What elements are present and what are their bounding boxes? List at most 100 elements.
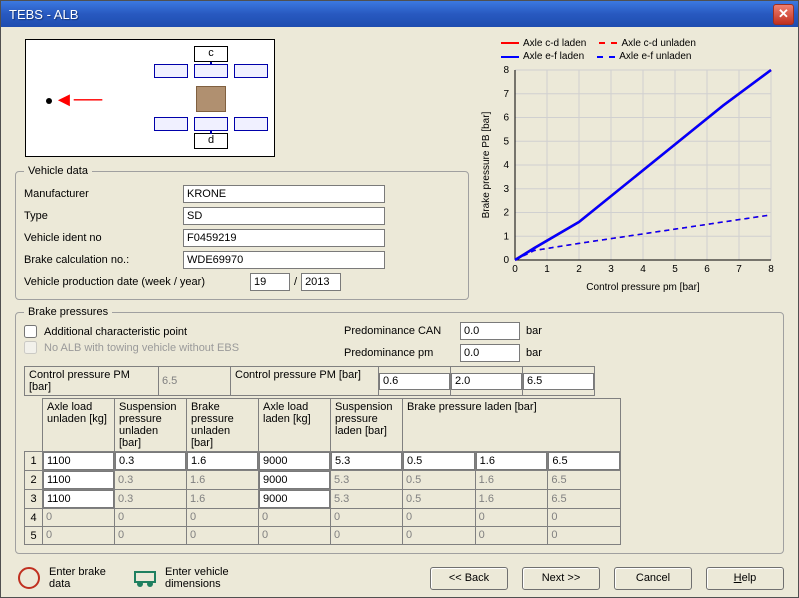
cell-readonly: 0.5 <box>403 491 475 508</box>
col-axle-load-laden: Axle load laden [kg] <box>259 399 331 452</box>
cell-readonly: 6.5 <box>548 491 620 508</box>
axle-label-c: c <box>194 46 228 62</box>
cp-pm-left-value: 6.5 <box>159 373 230 390</box>
svg-text:6: 6 <box>704 264 710 275</box>
vehicle-dims-icon <box>131 564 159 592</box>
col-susp-unladen: Suspension pressure unladen [bar] <box>115 399 187 452</box>
cp-pm-left-header: Control pressure PM [bar] <box>25 367 159 396</box>
cp-pm-r2-field[interactable] <box>451 373 522 390</box>
cell-readonly: 1.6 <box>187 472 258 489</box>
cell-readonly: 0.5 <box>403 472 475 489</box>
row-index: 3 <box>25 490 43 509</box>
cell-readonly: 1.6 <box>476 472 548 489</box>
table-row: 500000000 <box>25 527 621 545</box>
cell-readonly: 0.3 <box>115 491 186 508</box>
row-index: 5 <box>25 527 43 545</box>
legend-cd-unladen: Axle c-d unladen <box>621 38 696 49</box>
pred-can-unit: bar <box>526 325 542 337</box>
enter-brake-data-button[interactable]: Enter brake data <box>15 564 109 592</box>
svg-text:1: 1 <box>503 231 509 242</box>
cell-readonly: 0 <box>115 509 186 526</box>
next-button[interactable]: Next >> <box>522 567 600 590</box>
type-field[interactable] <box>183 207 385 225</box>
addl-characteristic-checkbox[interactable] <box>24 325 37 338</box>
vehicle-data-group: Vehicle data Manufacturer Type Vehicle i… <box>15 165 469 300</box>
close-icon: ✕ <box>778 6 789 22</box>
cell-readonly: 0 <box>548 527 620 544</box>
cell-readonly: 0 <box>43 527 114 544</box>
svg-text:5: 5 <box>672 264 678 275</box>
cell-readonly: 5.3 <box>331 472 402 489</box>
cell-input[interactable] <box>187 452 258 470</box>
col-axle-load-unladen: Axle load unladen [kg] <box>43 399 115 452</box>
cell-readonly: 0 <box>187 509 258 526</box>
prod-year-field[interactable] <box>301 273 341 291</box>
row-index: 2 <box>25 471 43 490</box>
cp-pm-r1-field[interactable] <box>379 373 450 390</box>
pred-can-field[interactable] <box>460 322 520 340</box>
cell-readonly: 0 <box>403 509 475 526</box>
col-brake-unladen: Brake pressure unladen [bar] <box>187 399 259 452</box>
svg-text:3: 3 <box>503 184 509 195</box>
no-alb-label: No ALB with towing vehicle without EBS <box>44 342 239 354</box>
svg-text:Control pressure pm [bar]: Control pressure pm [bar] <box>586 282 700 293</box>
cancel-button[interactable]: Cancel <box>614 567 692 590</box>
svg-text:3: 3 <box>608 264 614 275</box>
trailer-diagram: ◄── c d <box>25 39 275 157</box>
cell-readonly: 6.5 <box>548 472 620 489</box>
no-alb-checkbox <box>24 341 37 354</box>
cell-input[interactable] <box>259 452 330 470</box>
cell-input[interactable] <box>259 471 330 489</box>
type-label: Type <box>24 210 179 222</box>
cell-input[interactable] <box>476 452 548 470</box>
enter-veh-label: Enter vehicle dimensions <box>165 566 235 590</box>
cell-readonly: 0 <box>476 509 548 526</box>
legend-cd-laden: Axle c-d laden <box>523 38 586 49</box>
svg-text:7: 7 <box>503 89 509 100</box>
help-button[interactable]: Help <box>706 567 784 590</box>
enter-brake-label: Enter brake data <box>49 566 109 590</box>
svg-text:7: 7 <box>736 264 742 275</box>
cell-input[interactable] <box>43 471 114 489</box>
cell-input[interactable] <box>331 452 402 470</box>
close-button[interactable]: ✕ <box>773 4 794 25</box>
legend-ef-unladen: Axle e-f unladen <box>619 51 691 62</box>
axle-label-d: d <box>194 133 228 149</box>
svg-text:0: 0 <box>512 264 518 275</box>
table-row: 30.31.65.30.51.66.5 <box>25 490 621 509</box>
cell-input[interactable] <box>259 490 330 508</box>
back-button[interactable]: << Back <box>430 567 508 590</box>
cell-readonly: 0 <box>259 509 330 526</box>
cell-input[interactable] <box>115 452 186 470</box>
window-title: TEBS - ALB <box>9 7 773 22</box>
vehicle-data-legend: Vehicle data <box>24 165 92 177</box>
cell-input[interactable] <box>43 452 114 470</box>
svg-text:6: 6 <box>503 113 509 124</box>
cell-input[interactable] <box>403 452 475 470</box>
cell-readonly: 0 <box>403 527 475 544</box>
legend-ef-laden: Axle e-f laden <box>523 51 584 62</box>
cell-input[interactable] <box>43 490 114 508</box>
pred-pm-field[interactable] <box>460 344 520 362</box>
enter-vehicle-dims-button[interactable]: Enter vehicle dimensions <box>131 564 235 592</box>
prod-week-field[interactable] <box>250 273 290 291</box>
brake-icon <box>15 564 43 592</box>
cell-readonly: 5.3 <box>331 491 402 508</box>
svg-text:2: 2 <box>576 264 582 275</box>
ident-field[interactable] <box>183 229 385 247</box>
table-row: 1 <box>25 452 621 471</box>
cell-readonly: 0 <box>548 509 620 526</box>
svg-text:5: 5 <box>503 136 509 147</box>
calc-field[interactable] <box>183 251 385 269</box>
cp-pm-r3-field[interactable] <box>523 373 594 390</box>
cell-readonly: 0 <box>43 509 114 526</box>
table-row: 400000000 <box>25 509 621 527</box>
manufacturer-field[interactable] <box>183 185 385 203</box>
prod-date-sep: / <box>294 276 297 288</box>
cell-readonly: 0 <box>331 509 402 526</box>
cell-readonly: 1.6 <box>476 491 548 508</box>
cell-readonly: 0 <box>115 527 186 544</box>
prod-date-label: Vehicle production date (week / year) <box>24 276 246 288</box>
cell-readonly: 0 <box>476 527 548 544</box>
cell-input[interactable] <box>548 452 620 470</box>
